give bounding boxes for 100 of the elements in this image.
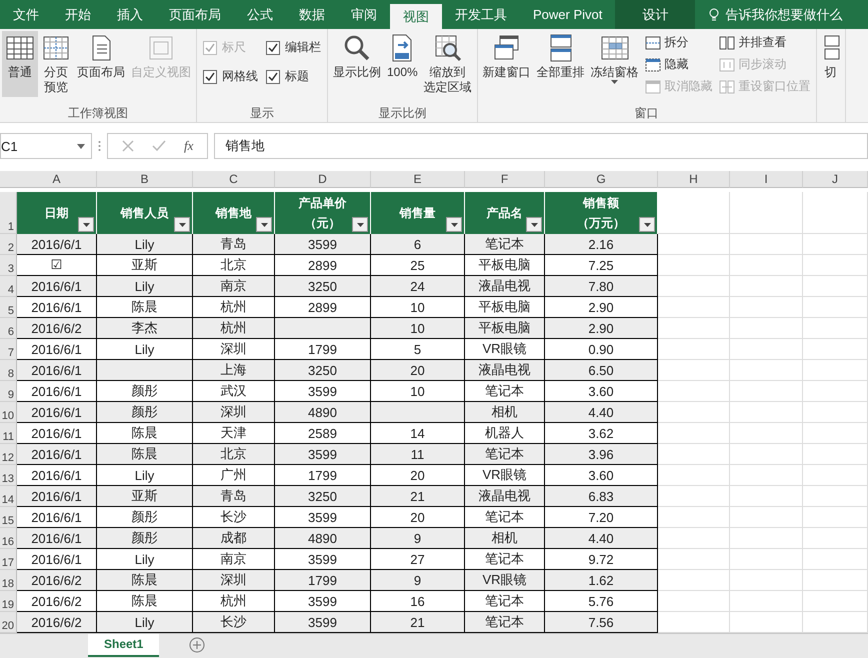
sheet-tab[interactable]: Sheet1 xyxy=(88,634,160,657)
table-header-cell: 销售地 xyxy=(193,192,275,234)
table-cell: 5.76 xyxy=(545,591,658,612)
table-cell: 南京 xyxy=(193,276,275,297)
table-cell: 0.90 xyxy=(545,339,658,360)
table-cell: Lily xyxy=(97,465,193,486)
table-header-cell: 产品名 xyxy=(465,192,545,234)
ribbon-button[interactable]: 普通 xyxy=(2,31,38,97)
column-header[interactable]: J xyxy=(803,171,868,188)
table-cell: 25 xyxy=(371,255,465,276)
table-cell: 14 xyxy=(371,423,465,444)
add-sheet-icon[interactable] xyxy=(189,637,206,653)
name-box[interactable]: C1 xyxy=(0,133,92,159)
check-icon[interactable] xyxy=(152,140,166,152)
row-header[interactable]: 13 xyxy=(0,465,17,486)
table-cell: 平板电脑 xyxy=(465,255,545,276)
ribbon-button[interactable]: 冻结窗格 xyxy=(588,31,642,97)
table-cell: 4890 xyxy=(275,528,371,549)
table-cell: 3.62 xyxy=(545,423,658,444)
ribbon-tab[interactable]: Power Pivot xyxy=(520,0,616,29)
split-icon xyxy=(644,36,661,50)
row-header[interactable]: 7 xyxy=(0,339,17,360)
table-cell: 2016/6/1 xyxy=(17,444,97,465)
row-header[interactable]: 14 xyxy=(0,486,17,507)
sync-scroll-icon xyxy=(718,58,735,72)
filter-button[interactable] xyxy=(526,217,542,232)
table-cell: 深圳 xyxy=(193,402,275,423)
column-header[interactable]: B xyxy=(97,171,193,188)
ribbon-tab[interactable]: 审阅 xyxy=(338,0,390,29)
row-header[interactable]: 12 xyxy=(0,444,17,465)
table-cell: 2016/6/2 xyxy=(17,612,97,633)
row-header[interactable]: 20 xyxy=(0,612,17,633)
ribbon-tab[interactable]: 页面布局 xyxy=(156,0,234,29)
table-cell: 2589 xyxy=(275,423,371,444)
column-header[interactable]: D xyxy=(275,171,371,188)
ribbon-tab[interactable]: 视图 xyxy=(390,4,442,29)
row-header[interactable]: 8 xyxy=(0,360,17,381)
table-cell: 成都 xyxy=(193,528,275,549)
column-header[interactable]: A xyxy=(17,171,97,188)
ribbon-button[interactable]: 100% xyxy=(384,31,421,97)
ribbon-button[interactable]: 并排查看 xyxy=(718,33,811,52)
column-header[interactable]: I xyxy=(730,171,803,188)
formula-field[interactable]: 销售地 xyxy=(214,133,868,159)
column-header[interactable]: H xyxy=(658,171,730,188)
table-cell: 4.40 xyxy=(545,402,658,423)
column-header[interactable]: C xyxy=(193,171,275,188)
filter-button[interactable] xyxy=(174,217,190,232)
filter-button[interactable] xyxy=(256,217,272,232)
insert-function-button[interactable]: fx xyxy=(184,138,194,154)
table-cell: 机器人 xyxy=(465,423,545,444)
filter-button[interactable] xyxy=(446,217,462,232)
filter-button[interactable] xyxy=(639,217,655,232)
table-cell: 2016/6/1 xyxy=(17,276,97,297)
row-header[interactable]: 15 xyxy=(0,507,17,528)
row-header[interactable]: 10 xyxy=(0,402,17,423)
ribbon-tab[interactable]: 开始 xyxy=(52,0,104,29)
table-cell: 1799 xyxy=(275,339,371,360)
ribbon-tab[interactable]: 设计 xyxy=(615,0,696,29)
table-cell: 3.96 xyxy=(545,444,658,465)
filter-button[interactable] xyxy=(78,217,94,232)
table-cell: 液晶电视 xyxy=(465,360,545,381)
row-header[interactable]: 2 xyxy=(0,234,17,255)
row-header[interactable]: 17 xyxy=(0,549,17,570)
table-header-cell: 产品单价 （元） xyxy=(275,192,371,234)
ribbon-tab[interactable]: 开发工具 xyxy=(442,0,520,29)
table-cell: 24 xyxy=(371,276,465,297)
ribbon-tab[interactable]: 数据 xyxy=(286,0,338,29)
ribbon-tab[interactable]: 公式 xyxy=(234,0,286,29)
ribbon-button[interactable]: 全部重排 xyxy=(534,31,588,97)
tell-me-field[interactable]: 告诉我你想要做什么 xyxy=(695,0,842,29)
ribbon-tab[interactable]: 插入 xyxy=(104,0,156,29)
row-header[interactable]: 18 xyxy=(0,570,17,591)
column-header[interactable]: G xyxy=(545,171,658,188)
ribbon-button[interactable]: 拆分 xyxy=(644,33,713,52)
table-cell: 2016/6/1 xyxy=(17,234,97,255)
column-header[interactable]: F xyxy=(465,171,545,188)
row-header[interactable]: 3 xyxy=(0,255,17,276)
row-header[interactable]: 5 xyxy=(0,297,17,318)
table-cell: 3599 xyxy=(275,381,371,402)
row-header[interactable]: 11 xyxy=(0,423,17,444)
ribbon-button[interactable]: 新建窗口 xyxy=(480,31,534,97)
row-header[interactable]: 16 xyxy=(0,528,17,549)
column-header[interactable]: E xyxy=(371,171,465,188)
row-header[interactable]: 4 xyxy=(0,276,17,297)
ribbon-button[interactable]: 显示比例 xyxy=(330,31,384,97)
ribbon-button[interactable]: 切 xyxy=(818,31,843,97)
ribbon-button[interactable]: 页面布局 xyxy=(74,31,128,97)
ribbon-button[interactable]: 缩放到 选定区域 xyxy=(420,31,475,97)
ribbon-button[interactable]: 隐藏 xyxy=(644,55,713,74)
checkbox[interactable]: 网格线 xyxy=(203,68,258,85)
ribbon-tab[interactable]: 文件 xyxy=(0,0,52,29)
row-header[interactable]: 19 xyxy=(0,591,17,612)
checkbox[interactable]: 编辑栏 xyxy=(266,39,321,56)
ribbon-button[interactable]: 分页 预览 xyxy=(38,31,74,97)
filter-button[interactable] xyxy=(352,217,368,232)
table-cell: 平板电脑 xyxy=(465,297,545,318)
checkbox[interactable]: 标题 xyxy=(266,68,321,85)
row-header[interactable]: 6 xyxy=(0,318,17,339)
row-header[interactable]: 9 xyxy=(0,381,17,402)
row-header[interactable]: 1 xyxy=(0,192,17,234)
